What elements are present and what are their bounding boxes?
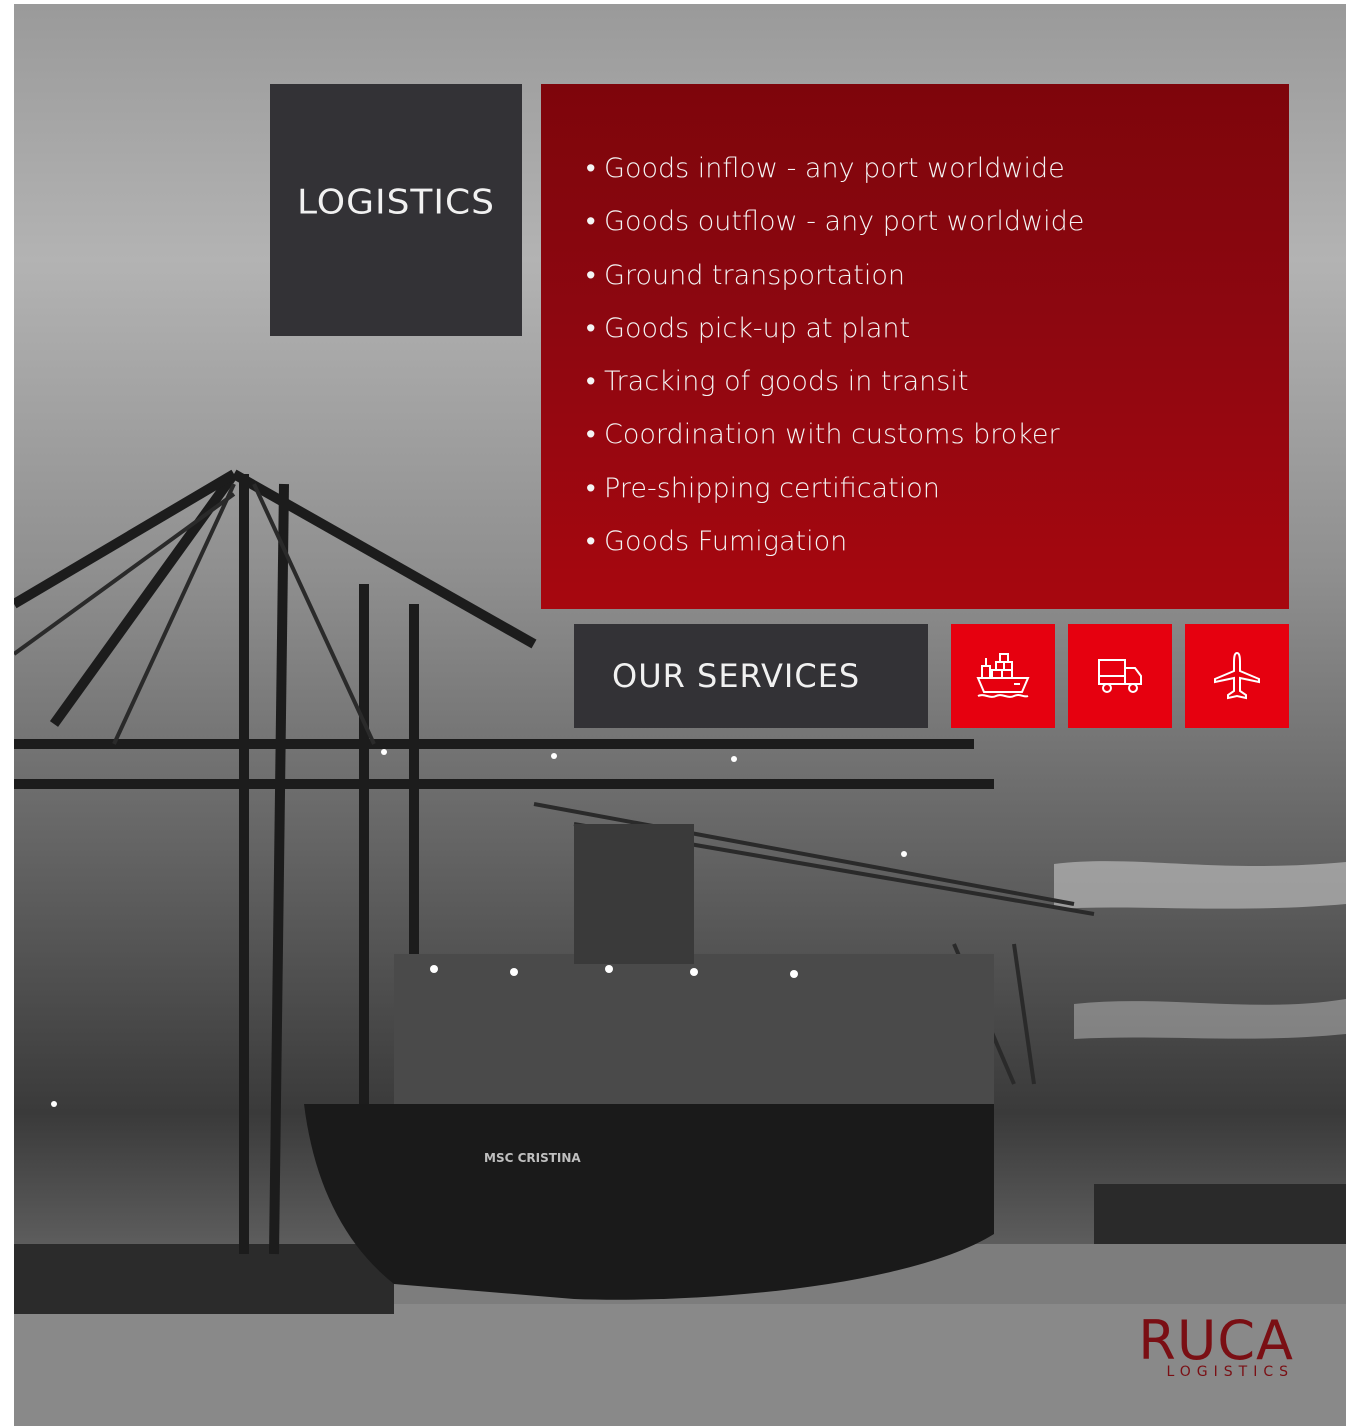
svg-text:MSC CRISTINA: MSC CRISTINA — [484, 1151, 581, 1165]
brand-name: RUCA — [1138, 1309, 1294, 1372]
service-item: • Goods inflow - any port worldwide — [586, 153, 1065, 184]
page-canvas: MSC CRISTINA LOGISTICS • Goods inflow - … — [14, 4, 1346, 1426]
logistics-title: LOGISTICS — [296, 182, 496, 222]
logistics-title-box: LOGISTICS — [270, 84, 522, 336]
cargo-ship-icon — [976, 653, 1030, 698]
service-item: • Goods pick-up at plant — [586, 312, 911, 344]
service-item: • Pre-shipping certification — [586, 472, 940, 504]
our-services-label: OUR SERVICES — [612, 657, 861, 695]
ruca-logo: RUCA LOGISTICS — [1124, 1309, 1294, 1381]
service-item: • Goods Fumigation — [586, 526, 848, 558]
truck-icon — [1098, 659, 1142, 693]
service-item: • Tracking of goods in transit — [586, 366, 969, 398]
service-item: • Goods outflow - any port worldwide — [586, 206, 1085, 238]
service-item: • Coordination with customs broker — [586, 419, 1060, 451]
service-item: • Ground transportation — [586, 259, 905, 291]
airplane-icon — [1214, 651, 1260, 700]
our-services-box: OUR SERVICES — [574, 624, 928, 728]
truck-tile — [1068, 624, 1172, 728]
cargo-ship-tile — [951, 624, 1055, 728]
services-list-panel: • Goods inflow - any port worldwide • Go… — [541, 84, 1289, 609]
services-list: • Goods inflow - any port worldwide • Go… — [541, 84, 1289, 568]
airplane-tile — [1185, 624, 1289, 728]
